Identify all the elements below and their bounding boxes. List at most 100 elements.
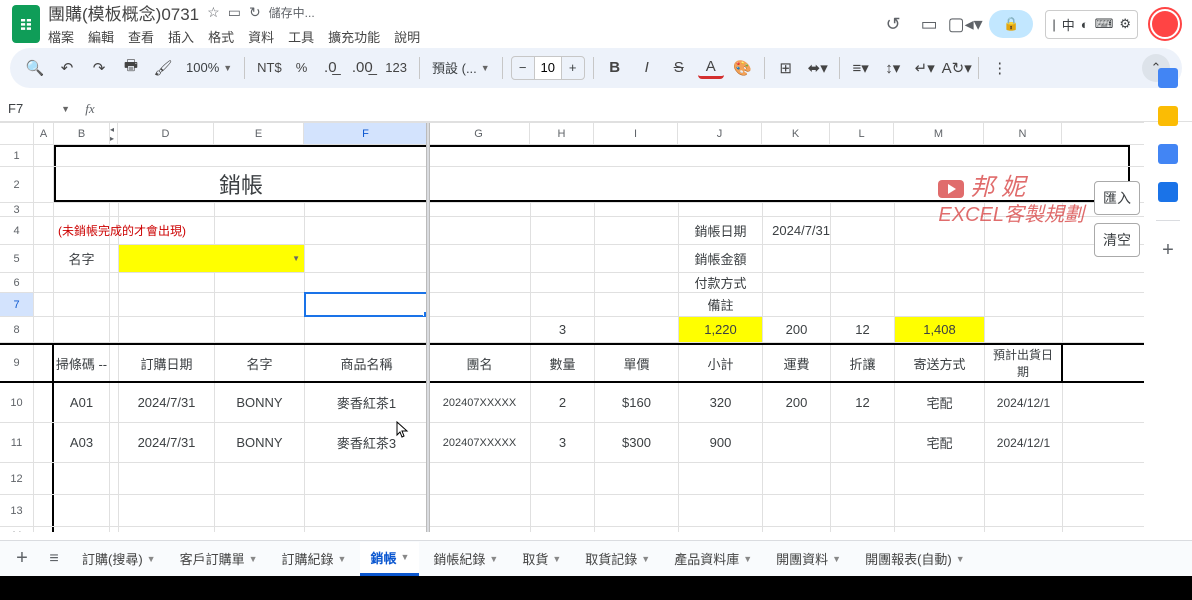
- share-button[interactable]: 🔒: [989, 10, 1033, 38]
- move-folder-icon[interactable]: ▭: [228, 4, 241, 21]
- col-F[interactable]: F: [304, 123, 428, 144]
- toolbar: 🔍 ↶ ↷ 🖶 🖌 100%▼ NT$ % .0̲ .00̲ 123 預設 (.…: [10, 48, 1182, 88]
- add-sheet-button[interactable]: +: [8, 547, 36, 570]
- column-headers: A B ◂ ▸ D E F G H I J K L M N: [0, 123, 1144, 145]
- sheet-tab[interactable]: 取貨▼: [512, 543, 571, 574]
- col-D[interactable]: D: [118, 123, 214, 144]
- sheet-tab[interactable]: 訂購紀錄▼: [272, 543, 357, 574]
- label-note: 備註: [679, 293, 763, 316]
- text-color-icon[interactable]: A: [698, 56, 724, 79]
- menu-help[interactable]: 說明: [394, 27, 420, 46]
- clear-button[interactable]: 清空: [1094, 223, 1140, 257]
- col-C-hidden[interactable]: ◂ ▸: [110, 123, 118, 144]
- print-icon[interactable]: 🖶: [118, 55, 144, 81]
- currency-format-button[interactable]: NT$: [253, 60, 286, 75]
- total-discount: 12: [831, 317, 895, 342]
- strikethrough-icon[interactable]: S: [666, 55, 692, 81]
- more-formats-button[interactable]: 123: [381, 60, 411, 75]
- font-dropdown[interactable]: 預設 (...▼: [428, 58, 494, 77]
- select-all-corner[interactable]: [0, 123, 34, 144]
- col-N[interactable]: N: [984, 123, 1062, 144]
- bold-icon[interactable]: B: [602, 55, 628, 81]
- freeze-pane-handle[interactable]: [426, 123, 430, 532]
- borders-icon[interactable]: ⊞: [773, 55, 799, 81]
- sheet-tab[interactable]: 取貨記錄▼: [575, 543, 660, 574]
- redo-icon[interactable]: ↷: [86, 55, 112, 81]
- search-icon[interactable]: 🔍: [22, 55, 48, 81]
- zoom-dropdown[interactable]: 100%▼: [182, 60, 236, 75]
- formula-bar: F7▼ fx: [0, 96, 1192, 122]
- sheet-tab[interactable]: 產品資料庫▼: [664, 543, 762, 574]
- sheet-tab[interactable]: 客戶訂購單▼: [170, 543, 268, 574]
- merge-cells-icon[interactable]: ⬌▾: [805, 55, 831, 81]
- all-sheets-button[interactable]: ≡: [40, 550, 68, 568]
- col-J[interactable]: J: [678, 123, 762, 144]
- sheet-tab[interactable]: 開團資料▼: [766, 543, 851, 574]
- ime-selector[interactable]: |中 ◐ ⌨ ⚙: [1045, 10, 1138, 39]
- col-I[interactable]: I: [594, 123, 678, 144]
- wrap-icon[interactable]: ↵▾: [912, 55, 938, 81]
- sheet-tab[interactable]: 銷帳紀錄▼: [423, 543, 508, 574]
- menu-data[interactable]: 資料: [248, 27, 274, 46]
- menu-extensions[interactable]: 擴充功能: [328, 27, 380, 46]
- undo-icon[interactable]: ↶: [54, 55, 80, 81]
- font-size-input[interactable]: [534, 57, 562, 79]
- col-E[interactable]: E: [214, 123, 304, 144]
- more-icon[interactable]: ⋮: [987, 55, 1013, 81]
- menu-insert[interactable]: 插入: [168, 27, 194, 46]
- star-icon[interactable]: ☆: [207, 4, 220, 21]
- decrease-decimal-icon[interactable]: .0̲: [317, 55, 343, 81]
- h-align-icon[interactable]: ≡▾: [848, 55, 874, 81]
- col-B[interactable]: B: [54, 123, 110, 144]
- comments-icon[interactable]: ▭: [917, 12, 941, 36]
- sheet-tab[interactable]: 訂購(搜尋)▼: [72, 543, 166, 574]
- sheets-app-icon[interactable]: [12, 5, 40, 43]
- fill-color-icon[interactable]: 🎨: [730, 55, 756, 81]
- font-size-plus[interactable]: +: [562, 60, 584, 75]
- contacts-icon[interactable]: [1158, 182, 1178, 202]
- name-box[interactable]: F7▼: [0, 101, 78, 116]
- fx-icon[interactable]: fx: [78, 101, 102, 117]
- menu-tools[interactable]: 工具: [288, 27, 314, 46]
- table-row: 10 A01 2024/7/31 BONNY 麥香紅茶1 202407XXXXX…: [0, 383, 1144, 423]
- increase-decimal-icon[interactable]: .00̲: [349, 55, 375, 81]
- menu-view[interactable]: 查看: [128, 27, 154, 46]
- spreadsheet-grid[interactable]: A B ◂ ▸ D E F G H I J K L M N 1 2 銷帳 3: [0, 122, 1144, 532]
- formula-input[interactable]: [102, 101, 1186, 116]
- menu-file[interactable]: 檔案: [48, 27, 74, 46]
- add-addon-icon[interactable]: +: [1162, 239, 1174, 262]
- col-H[interactable]: H: [530, 123, 594, 144]
- import-button[interactable]: 匯入: [1094, 181, 1140, 215]
- sheet-tab-active[interactable]: 銷帳▼: [360, 542, 419, 576]
- v-align-icon[interactable]: ↕▾: [880, 55, 906, 81]
- col-G[interactable]: G: [428, 123, 530, 144]
- col-A[interactable]: A: [34, 123, 54, 144]
- tasks-icon[interactable]: [1158, 144, 1178, 164]
- ime-keyboard-icon: ⌨: [1095, 16, 1114, 32]
- active-cell[interactable]: [305, 293, 429, 316]
- menu-edit[interactable]: 編輯: [88, 27, 114, 46]
- menu-format[interactable]: 格式: [208, 27, 234, 46]
- cloud-status-icon[interactable]: ↻: [249, 4, 261, 21]
- paint-format-icon[interactable]: 🖌: [150, 55, 176, 81]
- col-M[interactable]: M: [894, 123, 984, 144]
- history-icon[interactable]: ↺: [881, 12, 905, 36]
- label-amount: 銷帳金額: [679, 245, 763, 272]
- rotate-icon[interactable]: A↻▾: [944, 55, 970, 81]
- col-K[interactable]: K: [762, 123, 830, 144]
- name-dropdown[interactable]: [119, 245, 305, 272]
- percent-format-button[interactable]: %: [292, 60, 312, 75]
- font-size-minus[interactable]: −: [512, 60, 534, 75]
- italic-icon[interactable]: I: [634, 55, 660, 81]
- col-L[interactable]: L: [830, 123, 894, 144]
- account-avatar[interactable]: [1150, 9, 1180, 39]
- date-value: 2024/7/31: [772, 223, 830, 238]
- ime-gear-icon: ⚙: [1119, 16, 1131, 32]
- meet-icon[interactable]: ▢◂▾: [953, 12, 977, 36]
- keep-icon[interactable]: [1158, 106, 1178, 126]
- doc-title[interactable]: 團購(模板概念)0731: [48, 0, 199, 25]
- bottom-blackbar: [0, 576, 1192, 600]
- sheet-tab[interactable]: 開團報表(自動)▼: [855, 543, 975, 574]
- font-size-stepper[interactable]: − +: [511, 56, 585, 80]
- calendar-icon[interactable]: [1158, 68, 1178, 88]
